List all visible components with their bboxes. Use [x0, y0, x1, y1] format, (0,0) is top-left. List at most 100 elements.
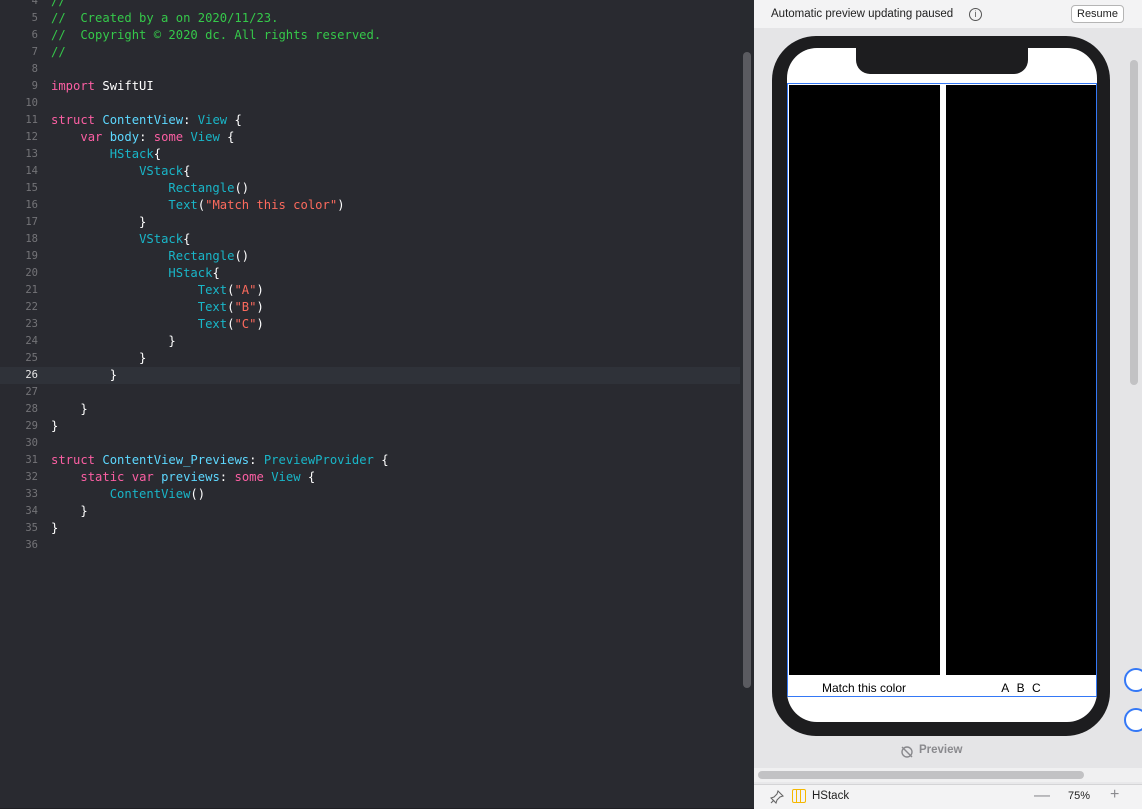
code-text[interactable]: ContentView() [51, 486, 205, 503]
code-line[interactable]: 6 // Copyright © 2020 dc. All rights rese… [0, 27, 740, 44]
line-number: 5 [31, 12, 38, 24]
code-line[interactable]: 30 [0, 435, 740, 452]
preview-paused-icon[interactable] [900, 745, 914, 759]
code-text[interactable]: struct ContentView: View { [51, 112, 242, 129]
code-line[interactable]: 7 // [0, 44, 740, 61]
code-line[interactable]: 29} [0, 418, 740, 435]
code-text[interactable]: } [51, 214, 146, 231]
code-text[interactable]: } [51, 367, 117, 384]
code-line[interactable]: 34 } [0, 503, 740, 520]
code-line[interactable]: 36 [0, 537, 740, 554]
text-a[interactable]: A [1001, 681, 1009, 695]
text-c[interactable]: C [1032, 681, 1041, 695]
line-number: 24 [25, 335, 38, 347]
code-text[interactable]: // Copyright © 2020 dc. All rights reser… [51, 27, 381, 44]
info-circle-icon[interactable]: i [969, 8, 982, 21]
code-text[interactable]: Rectangle() [51, 180, 249, 197]
code-token: : [183, 113, 198, 127]
code-line[interactable]: 24 } [0, 333, 740, 350]
code-line[interactable]: 19 Rectangle() [0, 248, 740, 265]
code-line[interactable]: 18 VStack{ [0, 231, 740, 248]
code-token: var [131, 470, 154, 484]
code-line[interactable]: 31 struct ContentView_Previews: PreviewPr… [0, 452, 740, 469]
rectangle-right[interactable] [946, 85, 1096, 675]
code-text[interactable]: Rectangle() [51, 248, 249, 265]
hstack-selection-outline[interactable]: Match this color A B C [787, 83, 1097, 697]
code-text[interactable]: } [51, 401, 87, 418]
code-token: ) [256, 317, 264, 331]
code-line[interactable]: 32 static var previews: some View { [0, 469, 740, 486]
code-line[interactable]: 22 Text("B") [0, 299, 740, 316]
editor-scrollbar[interactable] [743, 52, 751, 688]
code-text[interactable]: Text("Match this color") [51, 197, 344, 214]
code-line[interactable]: 20 HStack{ [0, 265, 740, 282]
line-number: 15 [25, 182, 38, 194]
code-text[interactable]: VStack{ [51, 231, 190, 248]
device-screen[interactable]: Match this color A B C [787, 48, 1097, 722]
code-token: : [139, 130, 154, 144]
code-text[interactable]: } [51, 333, 175, 350]
zoom-out-button[interactable]: — [1034, 788, 1050, 804]
code-line[interactable]: 16 Text("Match this color") [0, 197, 740, 214]
code-text[interactable]: // [51, 44, 66, 61]
code-token: body [109, 130, 140, 144]
code-line[interactable]: 21 Text("A") [0, 282, 740, 299]
code-line[interactable]: 33 ContentView() [0, 486, 740, 503]
code-line[interactable]: 4 // [0, 0, 740, 10]
code-text[interactable]: } [51, 418, 58, 435]
code-text[interactable]: Text("C") [51, 316, 264, 333]
code-line[interactable]: 10 [0, 95, 740, 112]
code-text[interactable]: var body: some View { [51, 129, 234, 146]
resume-button[interactable]: Resume [1071, 5, 1124, 23]
code-text[interactable]: } [51, 350, 146, 367]
code-line[interactable]: 17 } [0, 214, 740, 231]
code-line[interactable]: 15 Rectangle() [0, 180, 740, 197]
code-text[interactable]: Text("A") [51, 282, 264, 299]
code-text[interactable]: Text("B") [51, 299, 264, 316]
canvas-horizontal-scrollbar[interactable] [758, 771, 1084, 779]
code-line[interactable]: 5 // Created by a on 2020/11/23. [0, 10, 740, 27]
code-text[interactable]: VStack{ [51, 163, 190, 180]
code-line[interactable]: 26 } [0, 367, 740, 384]
code-line[interactable]: 23 Text("C") [0, 316, 740, 333]
code-text[interactable]: } [51, 520, 58, 537]
canvas-vertical-scrollbar[interactable] [1130, 60, 1138, 385]
code-line[interactable]: 11 struct ContentView: View { [0, 112, 740, 129]
code-text[interactable]: import SwiftUI [51, 78, 154, 95]
code-line[interactable]: 13 HStack{ [0, 146, 740, 163]
code-text[interactable]: HStack{ [51, 265, 219, 282]
code-text[interactable]: struct ContentView_Previews: PreviewProv… [51, 452, 389, 469]
code-editor[interactable]: 4 // 5 // Created by a on 2020/11/23. 6 // Co… [0, 0, 740, 808]
preview-label: Preview [919, 744, 963, 756]
abc-hstack[interactable]: A B C [946, 681, 1096, 695]
code-token: // [51, 45, 66, 59]
code-line[interactable]: 12 var body: some View { [0, 129, 740, 146]
code-text[interactable]: } [51, 503, 88, 520]
zoom-level[interactable]: 75% [1068, 790, 1090, 802]
code-line[interactable]: 27 [0, 384, 740, 401]
code-text[interactable]: static var previews: some View { [51, 469, 315, 486]
selected-element-label[interactable]: HStack [812, 790, 849, 802]
code-line[interactable]: 9 import SwiftUI [0, 78, 740, 95]
code-token: VStack [139, 232, 184, 246]
side-control-circle[interactable] [1124, 668, 1142, 692]
rectangle-left[interactable] [789, 85, 940, 675]
pin-icon[interactable] [770, 790, 784, 804]
line-number: 16 [25, 199, 38, 211]
zoom-in-button[interactable]: + [1110, 787, 1119, 803]
code-line[interactable]: 28 } [0, 401, 740, 418]
code-text[interactable]: // Created by a on 2020/11/23. [51, 10, 278, 27]
match-this-color-text[interactable]: Match this color [788, 681, 940, 695]
code-text[interactable]: HStack{ [51, 146, 161, 163]
code-text[interactable]: // [51, 0, 66, 10]
code-line[interactable]: 8 [0, 61, 740, 78]
code-line[interactable]: 25 } [0, 350, 740, 367]
text-b[interactable]: B [1017, 681, 1025, 695]
code-token: } [51, 504, 88, 518]
code-line[interactable]: 35} [0, 520, 740, 537]
code-line[interactable]: 14 VStack{ [0, 163, 740, 180]
side-control-circle[interactable] [1124, 708, 1142, 732]
